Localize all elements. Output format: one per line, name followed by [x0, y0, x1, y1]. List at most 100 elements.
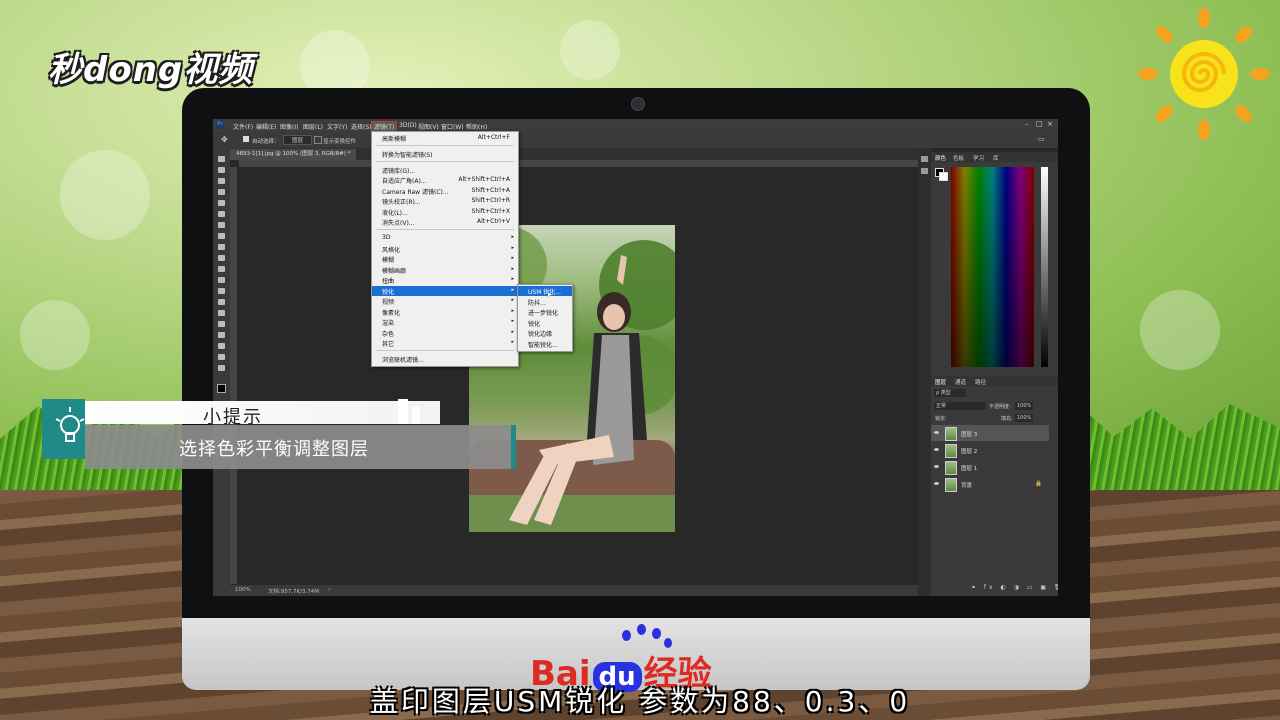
eye-icon[interactable]	[934, 482, 939, 485]
tab-learn[interactable]: 学习	[973, 154, 984, 162]
clone-stamp-icon[interactable]	[218, 244, 225, 250]
menu-item-browse-online[interactable]: 浏览联机滤镜...	[372, 354, 518, 364]
auto-select-checkbox[interactable]	[243, 136, 249, 142]
menu-item-sharpen[interactable]: 锐化 ▸	[372, 286, 518, 296]
layer-row[interactable]: 图层 1	[931, 459, 1049, 475]
menu-view[interactable]: 视图(V)	[418, 122, 439, 131]
color-spectrum[interactable]	[951, 167, 1034, 367]
menu-select[interactable]: 选择(S)	[351, 122, 372, 131]
status-arrow-icon[interactable]: ›	[328, 587, 330, 593]
document-tab[interactable]: 4893-1[1].jpg @ 100% (图层 3, RGB/8#) *	[230, 149, 357, 160]
layer-kind-filter[interactable]: ρ 类型	[934, 389, 966, 397]
hand-tool-icon[interactable]	[218, 354, 225, 360]
layer-row[interactable]: 图层 2	[931, 442, 1049, 458]
submenu-item-unsharp-mask[interactable]: USM 锐化...	[518, 286, 572, 296]
close-icon[interactable]: ×	[1047, 120, 1053, 128]
history-brush-icon[interactable]	[218, 255, 225, 261]
lasso-tool-icon[interactable]	[218, 178, 225, 184]
history-panel-icon[interactable]	[921, 156, 928, 162]
tab-swatches[interactable]: 色板	[953, 154, 964, 162]
move-tool-icon[interactable]	[218, 156, 225, 162]
menu-item-lens-correction[interactable]: 镜头校正(R)... Shift+Ctrl+R	[372, 196, 518, 206]
submenu-item-sharpen-edges[interactable]: 锐化边缘	[518, 328, 572, 338]
layer-footer-buttons[interactable]: ⚭ fx ◐ ◑ ▭ ▣ 🗑	[971, 584, 1058, 592]
show-transform-label: 显示变换控件	[323, 139, 357, 145]
menu-image[interactable]: 图像(I)	[280, 122, 298, 131]
submenu-item-smart-sharpen[interactable]: 智能锐化...	[518, 339, 572, 349]
blur-tool-icon[interactable]	[218, 288, 225, 294]
eraser-icon[interactable]	[218, 266, 225, 272]
document-tab-row: 4893-1[1].jpg @ 100% (图层 3, RGB/8#) *	[230, 148, 918, 160]
menu-item-adaptive-wide-angle[interactable]: 自适应广角(A)... Alt+Shift+Ctrl+A	[372, 175, 518, 185]
menu-item-render[interactable]: 渲染 ▸	[372, 317, 518, 327]
tab-color[interactable]: 颜色	[935, 154, 946, 162]
submenu-item-sharpen-more[interactable]: 进一步锐化	[518, 307, 572, 317]
workspace-icon[interactable]: ▭	[1038, 135, 1045, 143]
menu-item-other[interactable]: 其它 ▸	[372, 338, 518, 348]
layer-row[interactable]: 图层 3	[931, 425, 1049, 441]
zoom-tool-icon[interactable]	[218, 365, 225, 371]
crop-tool-icon[interactable]	[218, 200, 225, 206]
menu-item-filter-gallery[interactable]: 滤镜库(G)...	[372, 165, 518, 175]
menu-item-pixelate[interactable]: 像素化 ▸	[372, 307, 518, 317]
submenu-item-shake-reduction[interactable]: 防抖...	[518, 297, 572, 307]
healing-brush-icon[interactable]	[218, 222, 225, 228]
menu-item-stylize[interactable]: 风格化 ▸	[372, 244, 518, 254]
menu-help[interactable]: 帮助(H)	[466, 122, 487, 131]
blend-mode-select[interactable]: 正常	[934, 402, 986, 410]
path-select-icon[interactable]	[218, 332, 225, 338]
menu-item-noise[interactable]: 杂色 ▸	[372, 328, 518, 338]
dodge-tool-icon[interactable]	[218, 299, 225, 305]
lock-label: 锁定:	[935, 416, 947, 422]
layer-group-select[interactable]: 图层	[283, 135, 313, 145]
tab-libraries[interactable]: 库	[993, 154, 999, 162]
hue-slider[interactable]	[1041, 167, 1048, 367]
menu-item-vanishing-point[interactable]: 消失点(V)... Alt+Ctrl+V	[372, 217, 518, 227]
gradient-tool-icon[interactable]	[218, 277, 225, 283]
shape-tool-icon[interactable]	[218, 343, 225, 349]
tab-channels[interactable]: 通道	[955, 378, 966, 386]
menu-item-video[interactable]: 视频 ▸	[372, 296, 518, 306]
show-transform-checkbox[interactable]	[314, 136, 322, 144]
minimize-icon[interactable]: –	[1025, 120, 1029, 128]
maximize-icon[interactable]: □	[1036, 120, 1043, 128]
marquee-tool-icon[interactable]	[218, 167, 225, 173]
menu-item-blur[interactable]: 模糊 ▸	[372, 254, 518, 264]
eye-icon[interactable]	[934, 448, 939, 451]
menu-item-liquify[interactable]: 液化(L)... Shift+Ctrl+X	[372, 207, 518, 217]
pen-tool-icon[interactable]	[218, 310, 225, 316]
menu-file[interactable]: 文件(F)	[233, 122, 253, 131]
fill-value[interactable]: 100%	[1015, 414, 1034, 422]
submenu-item-sharpen[interactable]: 锐化	[518, 318, 572, 328]
menu-3d[interactable]: 3D(D)	[399, 122, 417, 129]
menu-layer[interactable]: 图层(L)	[303, 122, 323, 131]
menu-filter[interactable]: 滤镜(T)	[370, 121, 398, 132]
layer-name: 图层 1	[961, 466, 978, 472]
menu-item-camera-raw[interactable]: Camera Raw 滤镜(C)... Shift+Ctrl+A	[372, 186, 518, 196]
menu-edit[interactable]: 编辑(E)	[256, 122, 276, 131]
tip-title-bar: 小提示	[85, 401, 440, 428]
menu-window[interactable]: 窗口(W)	[441, 122, 464, 131]
magic-wand-icon[interactable]	[218, 189, 225, 195]
layer-row[interactable]: 背景 🔒	[931, 476, 1049, 492]
menu-item-gaussian-blur[interactable]: 高斯模糊 Alt+Ctrl+F	[372, 133, 518, 143]
brush-tool-icon[interactable]	[218, 233, 225, 239]
canvas-area[interactable]	[239, 167, 918, 584]
bg-swatch[interactable]	[939, 172, 948, 181]
opacity-value[interactable]: 100%	[1015, 402, 1034, 410]
eye-icon[interactable]	[934, 465, 939, 468]
menu-item-convert-smart-filter[interactable]: 转换为智能滤镜(S)	[372, 149, 518, 159]
properties-panel-icon[interactable]	[921, 168, 928, 174]
move-tool-icon[interactable]: ✥	[221, 135, 228, 144]
eye-icon[interactable]	[934, 431, 939, 434]
menu-item-blur-gallery[interactable]: 模糊画廊 ▸	[372, 265, 518, 275]
tab-layers[interactable]: 图层	[935, 378, 946, 386]
tab-paths[interactable]: 路径	[975, 378, 986, 386]
eyedropper-icon[interactable]	[218, 211, 225, 217]
menu-item-3d[interactable]: 3D ▸	[372, 233, 518, 243]
foreground-color-swatch[interactable]	[217, 384, 226, 393]
type-tool-icon[interactable]	[218, 321, 225, 327]
zoom-level[interactable]: 100%	[235, 587, 251, 593]
menu-item-distort[interactable]: 扭曲 ▸	[372, 275, 518, 285]
menu-type[interactable]: 文字(Y)	[327, 122, 347, 131]
